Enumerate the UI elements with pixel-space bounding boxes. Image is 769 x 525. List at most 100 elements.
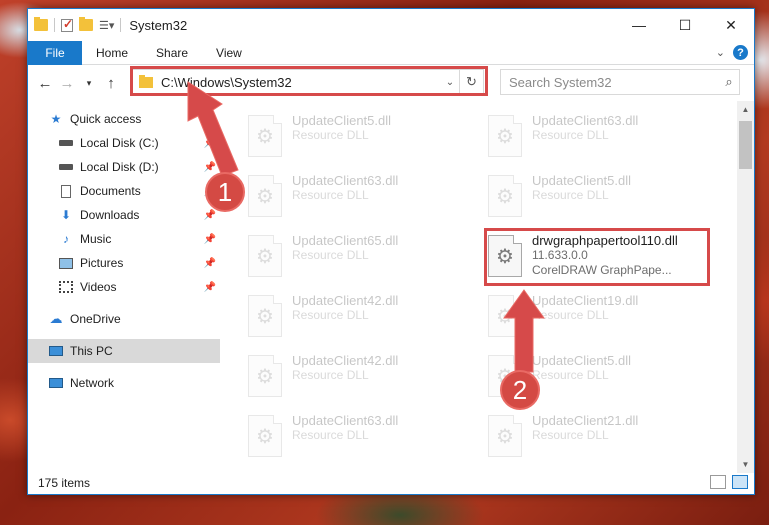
tiles-view-icon[interactable] — [732, 475, 748, 489]
dll-file-icon: ⚙ — [248, 235, 282, 277]
file-type: Resource DLL — [532, 188, 609, 202]
dll-file-icon: ⚙ — [248, 355, 282, 397]
sidebar-item-this-pc[interactable]: This PC — [28, 339, 220, 363]
window-controls: — ☐ ✕ — [616, 9, 754, 41]
file-explorer-window: ☰▾ System32 — ☐ ✕ File Home Share View ⌄… — [27, 8, 755, 495]
sidebar-item-local-disk-c[interactable]: Local Disk (C:) 📌 — [28, 131, 220, 155]
videos-icon — [58, 280, 74, 294]
drive-icon — [58, 136, 74, 150]
up-button[interactable]: ↑ — [100, 75, 122, 92]
computer-icon — [48, 344, 64, 358]
file-name: UpdateClient42.dll — [292, 293, 399, 308]
sidebar-item-documents[interactable]: Documents 📌 — [28, 179, 220, 203]
sidebar-item-network[interactable]: Network — [28, 371, 220, 395]
file-item[interactable]: ⚙ UpdateClient63.dll Resource DLL — [488, 111, 718, 163]
tab-file[interactable]: File — [28, 40, 82, 65]
sidebar-item-label: This PC — [70, 344, 113, 358]
window-title: System32 — [129, 17, 188, 33]
file-name: UpdateClient5.dll — [292, 113, 392, 128]
sidebar-item-label: OneDrive — [70, 312, 121, 326]
pin-icon[interactable]: 📌 — [204, 162, 216, 173]
music-icon: ♪ — [63, 232, 69, 246]
dll-file-icon: ⚙ — [248, 175, 282, 217]
expand-ribbon-icon[interactable]: ⌄ — [716, 46, 725, 59]
help-icon[interactable]: ? — [733, 45, 748, 60]
dll-file-icon: ⚙ — [248, 415, 282, 457]
file-item[interactable]: ⚙ UpdateClient5.dllResource DLL — [248, 111, 478, 163]
address-row: ← → ▾ ↑ C:\Windows\System32 ⌄ ↻ Search S… — [28, 66, 754, 97]
customize-toolbar-icon[interactable]: ☰▾ — [99, 19, 114, 32]
vertical-scrollbar[interactable]: ▲ ▼ — [737, 101, 754, 473]
properties-icon[interactable] — [61, 17, 73, 32]
sidebar-item-downloads[interactable]: ⬇ Downloads 📌 — [28, 203, 220, 227]
file-name: UpdateClient5.dll — [532, 173, 632, 188]
file-item[interactable]: ⚙ UpdateClient21.dll Resource DLL — [488, 411, 718, 463]
sidebar-item-onedrive[interactable]: ☁ OneDrive — [28, 307, 220, 331]
dll-file-icon: ⚙ — [488, 295, 522, 337]
file-type: Resource DLL — [292, 368, 369, 382]
dll-file-icon: ⚙ — [488, 115, 522, 157]
step-1-badge: 1 — [205, 172, 245, 212]
file-type: Resource DLL — [532, 428, 609, 442]
sidebar-item-label: Documents — [80, 184, 141, 198]
sidebar-item-label: Quick access — [70, 112, 142, 126]
search-placeholder: Search System32 — [509, 74, 612, 90]
pin-icon[interactable]: 📌 — [204, 234, 216, 245]
new-folder-icon[interactable] — [79, 17, 93, 31]
sidebar-item-music[interactable]: ♪ Music 📌 — [28, 227, 220, 251]
sidebar-item-pictures[interactable]: Pictures 📌 — [28, 251, 220, 275]
sidebar-item-quick-access[interactable]: ★ Quick access — [28, 107, 220, 131]
file-item[interactable]: ⚙ UpdateClient42.dll Resource DLL — [248, 351, 478, 403]
file-name: UpdateClient19.dll — [532, 293, 639, 308]
back-button[interactable]: ← — [34, 75, 56, 92]
recent-locations-button[interactable]: ▾ — [78, 78, 100, 89]
tab-home[interactable]: Home — [82, 46, 142, 60]
file-item[interactable]: ⚙ UpdateClient63.dll Resource DLL — [248, 411, 478, 463]
sidebar-item-label: Videos — [80, 280, 117, 294]
file-type: Resource DLL — [292, 428, 369, 442]
file-item[interactable]: ⚙ UpdateClient63.dll Resource DLL — [248, 171, 478, 223]
tab-view[interactable]: View — [202, 46, 256, 60]
file-name: UpdateClient5.dll — [532, 353, 632, 368]
close-button[interactable]: ✕ — [708, 9, 754, 41]
tab-share[interactable]: Share — [142, 46, 202, 60]
dll-file-icon: ⚙ — [488, 175, 522, 217]
search-icon[interactable]: ⌕ — [719, 74, 739, 90]
folder-icon — [34, 17, 48, 31]
maximize-button[interactable]: ☐ — [662, 9, 708, 41]
details-view-icon[interactable] — [710, 475, 726, 489]
sidebar-item-local-disk-d[interactable]: Local Disk (D:) 📌 — [28, 155, 220, 179]
file-item[interactable]: ⚙ UpdateClient42.dll Resource DLL — [248, 291, 478, 343]
file-item[interactable]: ⚙ UpdateClient5.dllResource DLL — [488, 171, 718, 223]
status-bar: 175 items — [28, 472, 754, 494]
minimize-button[interactable]: — — [616, 9, 662, 41]
drive-icon — [58, 160, 74, 174]
sidebar-item-label: Local Disk (C:) — [80, 136, 159, 150]
scroll-down-icon[interactable]: ▼ — [737, 456, 754, 473]
scroll-up-icon[interactable]: ▲ — [737, 101, 754, 118]
file-name: UpdateClient63.dll — [532, 113, 639, 128]
file-item[interactable]: ⚙ UpdateClient65.dll Resource DLL — [248, 231, 478, 283]
pin-icon[interactable]: 📌 — [204, 282, 216, 293]
file-name: UpdateClient65.dll — [292, 233, 399, 248]
address-highlight-box — [130, 66, 488, 96]
pin-icon[interactable]: 📌 — [204, 210, 216, 221]
dll-file-icon: ⚙ — [248, 115, 282, 157]
step-2-badge: 2 — [500, 370, 540, 410]
scroll-thumb[interactable] — [739, 121, 752, 169]
sidebar-item-videos[interactable]: Videos 📌 — [28, 275, 220, 299]
search-input[interactable]: Search System32 ⌕ — [500, 69, 740, 95]
forward-button[interactable]: → — [56, 75, 78, 92]
pin-icon[interactable]: 📌 — [204, 258, 216, 269]
file-type: Resource DLL — [292, 308, 369, 322]
dll-file-icon: ⚙ — [488, 415, 522, 457]
sidebar-item-label: Network — [70, 376, 115, 390]
file-list: ⚙ UpdateClient5.dll Resource DLL ⚙ Update… — [222, 101, 738, 473]
pin-icon[interactable]: 📌 — [204, 138, 216, 149]
dll-file-icon: ⚙ — [248, 295, 282, 337]
view-toggle — [710, 475, 748, 489]
file-item[interactable]: ⚙ UpdateClient19.dll Resource DLL — [488, 291, 718, 343]
file-type: Resource DLL — [532, 128, 609, 142]
file-name: UpdateClient21.dll — [532, 413, 639, 428]
file-name: UpdateClient63.dll — [292, 173, 399, 188]
